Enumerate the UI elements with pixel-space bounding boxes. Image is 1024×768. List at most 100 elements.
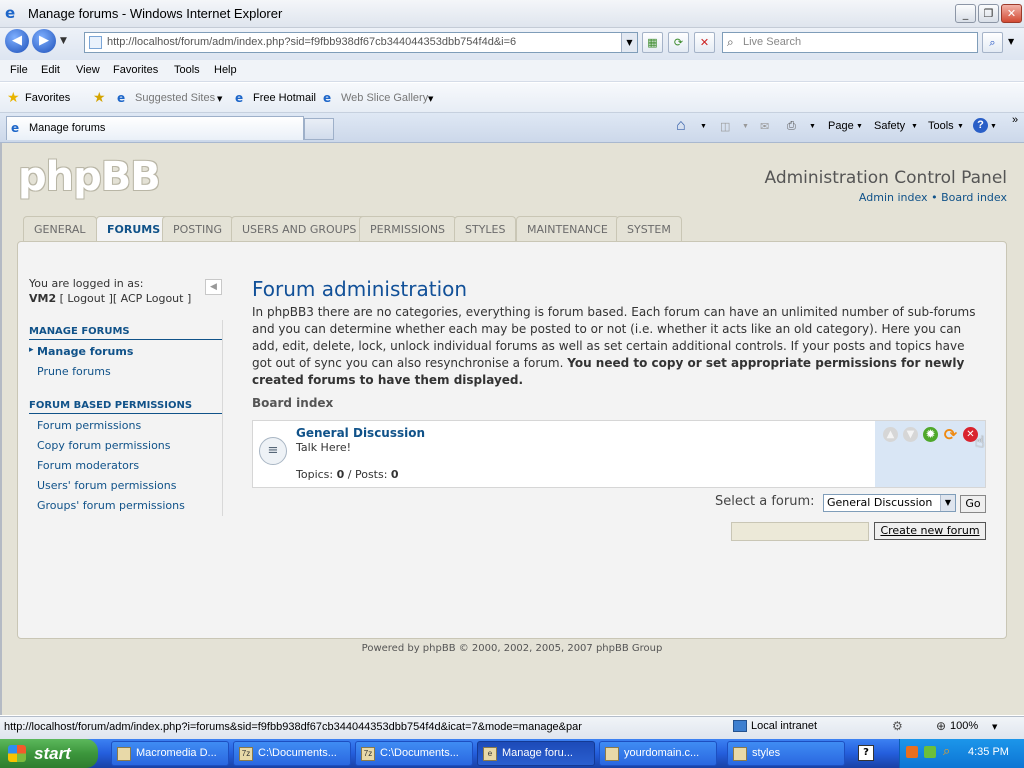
phpbb-logo[interactable]: phpBB [18, 154, 161, 200]
ie-page-icon: e [235, 91, 244, 105]
address-dropdown-icon[interactable]: ▼ [621, 33, 637, 52]
posts-count: 0 [390, 468, 399, 481]
print-icon[interactable]: ⎙ [787, 120, 796, 133]
start-button[interactable]: start [0, 739, 98, 768]
forum-select[interactable]: General Discussion ▼ [823, 494, 956, 512]
mail-icon[interactable]: ✉ [760, 120, 769, 133]
menu-view[interactable]: View [76, 64, 100, 76]
new-tab-button[interactable] [304, 118, 334, 140]
safety-menu[interactable]: Safety [874, 120, 905, 132]
menu-help[interactable]: Help [214, 64, 237, 76]
security-zone[interactable]: Local intranet [751, 720, 817, 732]
sidebar-item-copy-forum-permissions[interactable]: Copy forum permissions [37, 439, 171, 452]
favorite-suggested-sites[interactable]: Suggested Sites [135, 92, 215, 104]
compatibility-view-button[interactable]: ▦ [642, 32, 663, 53]
chevron-down-icon[interactable]: ▼ [700, 123, 707, 130]
stop-button[interactable]: ✕ [694, 32, 715, 53]
go-button[interactable]: Go [960, 495, 986, 513]
sidebar-item-users-forum-permissions[interactable]: Users' forum permissions [37, 479, 176, 492]
search-icon[interactable]: ⌕ [943, 744, 950, 759]
favorite-free-hotmail[interactable]: Free Hotmail [253, 92, 316, 104]
acp-logout-link[interactable]: [ ACP Logout ] [113, 292, 191, 305]
protected-mode-icon[interactable]: ⚙ [892, 719, 903, 733]
tab-forums[interactable]: FORUMS [96, 216, 172, 243]
search-go-button[interactable]: ⌕ [982, 32, 1003, 53]
chevron-down-icon[interactable]: ▼ [992, 723, 997, 731]
favorites-button[interactable]: Favorites [25, 92, 70, 104]
refresh-button[interactable]: ⟳ [668, 32, 689, 53]
new-forum-name-input[interactable] [731, 522, 869, 541]
chevron-down-icon[interactable]: ▼ [990, 123, 997, 130]
minimize-button[interactable]: _ [955, 4, 976, 23]
window-titlebar: e Manage forums - Windows Internet Explo… [0, 0, 1024, 28]
page-menu[interactable]: Page [828, 120, 854, 132]
address-input[interactable]: http://localhost/forum/adm/index.php?sid… [107, 36, 516, 48]
close-button[interactable]: ✕ [1001, 4, 1022, 23]
task-documents-1[interactable]: 7z C:\Documents... [233, 741, 351, 766]
search-box[interactable]: ⌕ Live Search [722, 32, 978, 53]
task-styles[interactable]: styles [727, 741, 845, 766]
sidebar-item-prune-forums[interactable]: Prune forums [37, 365, 111, 378]
collapse-menu-button[interactable]: ◀ [205, 279, 222, 295]
sidebar-item-forum-moderators[interactable]: Forum moderators [37, 459, 139, 472]
tab-styles[interactable]: STYLES [454, 216, 517, 242]
browser-tab[interactable]: e Manage forums [6, 116, 304, 140]
tab-system[interactable]: SYSTEM [616, 216, 682, 242]
sidebar-item-groups-forum-permissions[interactable]: Groups' forum permissions [37, 499, 185, 512]
tab-maintenance[interactable]: MAINTENANCE [516, 216, 619, 242]
username: VM2 [29, 292, 57, 305]
help-icon[interactable]: ? [858, 745, 874, 761]
tray-app-icon[interactable] [906, 746, 918, 758]
create-forum-button[interactable]: Create new forum [874, 522, 986, 540]
back-button[interactable]: ◀ [5, 29, 29, 53]
zoom-icon: ⊕ [936, 719, 947, 733]
maximize-button[interactable]: ❐ [978, 4, 999, 23]
app-icon: 7z [361, 747, 375, 761]
forum-name-link[interactable]: General Discussion [296, 426, 425, 440]
more-tools-chevron-icon[interactable]: » [1012, 114, 1018, 126]
menu-tools[interactable]: Tools [174, 64, 200, 76]
favorites-star-icon: ★ [7, 90, 20, 106]
task-label: styles [752, 747, 781, 759]
menu-file[interactable]: File [10, 64, 28, 76]
tab-users-and-groups[interactable]: USERS AND GROUPS [231, 216, 368, 242]
chevron-down-icon[interactable]: ▼ [809, 123, 816, 130]
menu-favorites[interactable]: Favorites [113, 64, 158, 76]
chevron-down-icon[interactable]: ▼ [940, 495, 955, 511]
forward-button[interactable]: ▶ [32, 29, 56, 53]
edit-settings-icon[interactable]: ✹ [923, 427, 938, 442]
task-label: Macromedia D... [136, 747, 217, 759]
favorite-web-slice-gallery[interactable]: Web Slice Gallery [341, 92, 428, 104]
admin-index-link[interactable]: Admin index [859, 191, 928, 204]
menu-edit[interactable]: Edit [41, 64, 60, 76]
task-macromedia[interactable]: Macromedia D... [111, 741, 229, 766]
chevron-down-icon[interactable]: ▼ [428, 95, 433, 103]
feeds-icon[interactable]: ◫ [720, 120, 730, 133]
logout-link[interactable]: [ Logout ] [60, 292, 113, 305]
chevron-down-icon: ▼ [957, 123, 964, 130]
search-input[interactable]: Live Search [743, 36, 801, 48]
search-options-chevron-icon[interactable]: ▼ [1008, 37, 1014, 46]
section-manage-forums: MANAGE FORUMS [29, 326, 222, 340]
add-favorites-icon[interactable]: ★ [93, 91, 107, 105]
sidebar-item-forum-permissions[interactable]: Forum permissions [37, 419, 141, 432]
tools-menu[interactable]: Tools [928, 120, 954, 132]
home-icon[interactable]: ⌂ [676, 117, 686, 135]
help-icon[interactable]: ? [973, 118, 988, 133]
breadcrumb[interactable]: Board index [252, 396, 333, 410]
task-yourdomain[interactable]: yourdomain.c... [599, 741, 717, 766]
recent-pages-chevron-icon[interactable]: ▼ [60, 36, 67, 46]
board-index-link[interactable]: Board index [941, 191, 1007, 204]
chevron-down-icon[interactable]: ▼ [742, 123, 749, 130]
tab-posting[interactable]: POSTING [162, 216, 233, 242]
tray-app-icon[interactable] [924, 746, 936, 758]
tab-general[interactable]: GENERAL [23, 216, 97, 242]
resync-icon[interactable]: ⟳ [943, 427, 958, 443]
tab-permissions[interactable]: PERMISSIONS [359, 216, 457, 242]
chevron-down-icon[interactable]: ▼ [217, 95, 222, 103]
address-bar[interactable]: http://localhost/forum/adm/index.php?sid… [84, 32, 638, 53]
task-manage-forums[interactable]: e Manage foru... [477, 741, 595, 766]
zoom-level[interactable]: 100% [950, 720, 978, 732]
task-documents-2[interactable]: 7z C:\Documents... [355, 741, 473, 766]
sidebar-item-manage-forums[interactable]: Manage forums [37, 345, 133, 358]
